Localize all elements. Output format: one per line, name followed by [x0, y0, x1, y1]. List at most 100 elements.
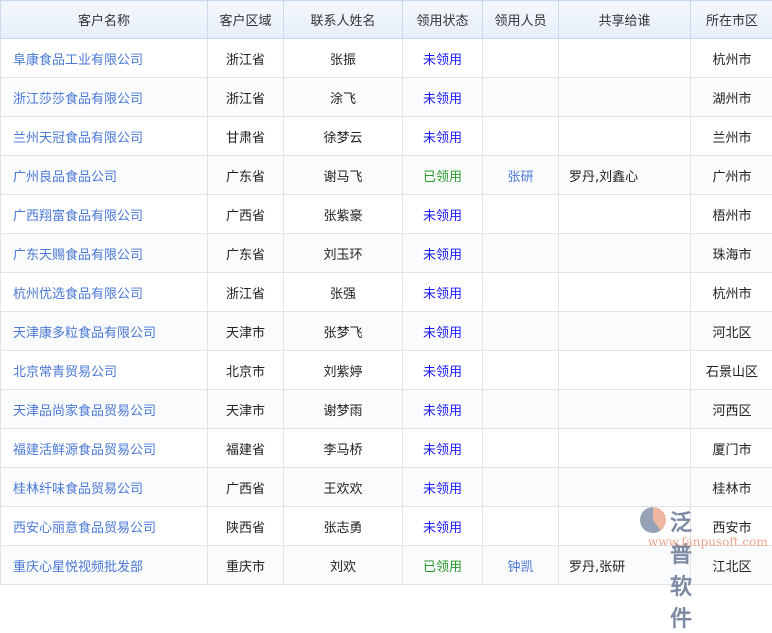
contact-cell: 谢梦雨	[284, 390, 403, 429]
customer-name-link[interactable]: 广东天赐食品有限公司	[1, 234, 208, 273]
table-row[interactable]: 西安心丽意食品贸易公司陕西省张志勇未领用 西安市	[1, 507, 772, 546]
city-cell: 桂林市	[691, 468, 772, 507]
claimer-cell[interactable]	[483, 312, 559, 351]
customer-name-link[interactable]: 杭州优选食品有限公司	[1, 273, 208, 312]
claimer-cell[interactable]	[483, 117, 559, 156]
claimer-cell[interactable]	[483, 234, 559, 273]
table-row[interactable]: 桂林纤味食品贸易公司广西省王欢欢未领用桂林市	[1, 468, 772, 507]
shared-with-cell	[559, 195, 691, 234]
contact-cell: 张梦飞	[284, 312, 403, 351]
shared-with-cell	[559, 390, 691, 429]
customer-name-link[interactable]: 福建活鲜源食品贸易公司	[1, 429, 208, 468]
region-cell: 甘肃省	[208, 117, 284, 156]
table-row[interactable]: 北京常青贸易公司北京市刘紫婷未领用石景山区	[1, 351, 772, 390]
header-claimer[interactable]: 领用人员	[483, 1, 559, 39]
header-status[interactable]: 领用状态	[403, 1, 483, 39]
claimer-cell[interactable]	[483, 390, 559, 429]
city-cell: 杭州市	[691, 273, 772, 312]
table-header: 客户名称客户区域联系人姓名领用状态领用人员共享给谁所在市区	[1, 1, 772, 39]
region-cell: 天津市	[208, 312, 284, 351]
claimer-cell[interactable]	[483, 507, 559, 546]
customer-name-link[interactable]: 阜康食品工业有限公司	[1, 39, 208, 78]
status-cell: 未领用	[403, 312, 483, 351]
claimer-cell[interactable]	[483, 429, 559, 468]
city-cell: 西安市	[691, 507, 772, 546]
customer-name-link[interactable]: 北京常青贸易公司	[1, 351, 208, 390]
customer-name-link[interactable]: 浙江莎莎食品有限公司	[1, 78, 208, 117]
customer-name-link[interactable]: 兰州天冠食品有限公司	[1, 117, 208, 156]
header-region[interactable]: 客户区域	[208, 1, 284, 39]
header-shared-with[interactable]: 共享给谁	[559, 1, 691, 39]
shared-with-cell	[559, 78, 691, 117]
contact-cell: 涂飞	[284, 78, 403, 117]
contact-cell: 张紫豪	[284, 195, 403, 234]
table-row[interactable]: 阜康食品工业有限公司浙江省张振未领用 杭州市	[1, 39, 772, 78]
region-cell: 广西省	[208, 195, 284, 234]
city-cell: 厦门市	[691, 429, 772, 468]
shared-with-cell	[559, 273, 691, 312]
status-cell: 未领用	[403, 429, 483, 468]
claimer-cell[interactable]	[483, 273, 559, 312]
status-cell: 未领用	[403, 468, 483, 507]
shared-with-cell	[559, 468, 691, 507]
city-cell: 杭州市	[691, 39, 772, 78]
status-cell: 未领用	[403, 234, 483, 273]
region-cell: 浙江省	[208, 39, 284, 78]
customer-name-link[interactable]: 广州良品食品公司	[1, 156, 208, 195]
customer-name-link[interactable]: 西安心丽意食品贸易公司	[1, 507, 208, 546]
city-cell: 河北区	[691, 312, 772, 351]
header-customer-name[interactable]: 客户名称	[1, 1, 208, 39]
contact-cell: 谢马飞	[284, 156, 403, 195]
customer-name-link[interactable]: 桂林纤味食品贸易公司	[1, 468, 208, 507]
header-contact[interactable]: 联系人姓名	[284, 1, 403, 39]
claimer-cell[interactable]	[483, 39, 559, 78]
region-cell: 广东省	[208, 156, 284, 195]
table-row[interactable]: 天津康多粒食品有限公司天津市张梦飞未领用 河北区	[1, 312, 772, 351]
claimer-cell[interactable]	[483, 195, 559, 234]
shared-with-cell: 罗丹,刘鑫心	[559, 156, 691, 195]
region-cell: 广东省	[208, 234, 284, 273]
table-row[interactable]: 兰州天冠食品有限公司甘肃省徐梦云未领用兰州市	[1, 117, 772, 156]
claimer-cell[interactable]: 张研	[483, 156, 559, 195]
table-row[interactable]: 重庆心星悦视频批发部重庆市刘欢已领用钟凯罗丹,张研江北区	[1, 546, 772, 585]
customer-name-link[interactable]: 天津品尚家食品贸易公司	[1, 390, 208, 429]
claimer-cell[interactable]	[483, 351, 559, 390]
region-cell: 重庆市	[208, 546, 284, 585]
status-cell: 未领用	[403, 351, 483, 390]
contact-cell: 王欢欢	[284, 468, 403, 507]
claimer-cell[interactable]: 钟凯	[483, 546, 559, 585]
customer-name-link[interactable]: 天津康多粒食品有限公司	[1, 312, 208, 351]
contact-cell: 李马桥	[284, 429, 403, 468]
shared-with-cell	[559, 507, 691, 546]
table-row[interactable]: 杭州优选食品有限公司浙江省张强未领用杭州市	[1, 273, 772, 312]
contact-cell: 刘紫婷	[284, 351, 403, 390]
region-cell: 浙江省	[208, 78, 284, 117]
header-city[interactable]: 所在市区	[691, 1, 772, 39]
status-cell: 未领用	[403, 195, 483, 234]
table-row[interactable]: 广西翔富食品有限公司广西省张紫豪未领用梧州市	[1, 195, 772, 234]
table-row[interactable]: 浙江莎莎食品有限公司浙江省涂飞未领用湖州市	[1, 78, 772, 117]
contact-cell: 张志勇	[284, 507, 403, 546]
table-row[interactable]: 天津品尚家食品贸易公司天津市谢梦雨未领用河西区	[1, 390, 772, 429]
city-cell: 江北区	[691, 546, 772, 585]
city-cell: 石景山区	[691, 351, 772, 390]
city-cell: 兰州市	[691, 117, 772, 156]
status-cell: 未领用	[403, 507, 483, 546]
region-cell: 浙江省	[208, 273, 284, 312]
city-cell: 珠海市	[691, 234, 772, 273]
table-row[interactable]: 福建活鲜源食品贸易公司福建省李马桥未领用厦门市	[1, 429, 772, 468]
claimer-cell[interactable]	[483, 78, 559, 117]
shared-with-cell	[559, 39, 691, 78]
customer-name-link[interactable]: 重庆心星悦视频批发部	[1, 546, 208, 585]
contact-cell: 刘玉环	[284, 234, 403, 273]
status-cell: 未领用	[403, 390, 483, 429]
shared-with-cell	[559, 429, 691, 468]
shared-with-cell	[559, 351, 691, 390]
contact-cell: 张振	[284, 39, 403, 78]
claimer-cell[interactable]	[483, 468, 559, 507]
table-row[interactable]: 广东天赐食品有限公司广东省刘玉环未领用 珠海市	[1, 234, 772, 273]
table-row[interactable]: 广州良品食品公司广东省谢马飞已领用张研罗丹,刘鑫心广州市	[1, 156, 772, 195]
region-cell: 陕西省	[208, 507, 284, 546]
status-cell: 未领用	[403, 39, 483, 78]
customer-name-link[interactable]: 广西翔富食品有限公司	[1, 195, 208, 234]
